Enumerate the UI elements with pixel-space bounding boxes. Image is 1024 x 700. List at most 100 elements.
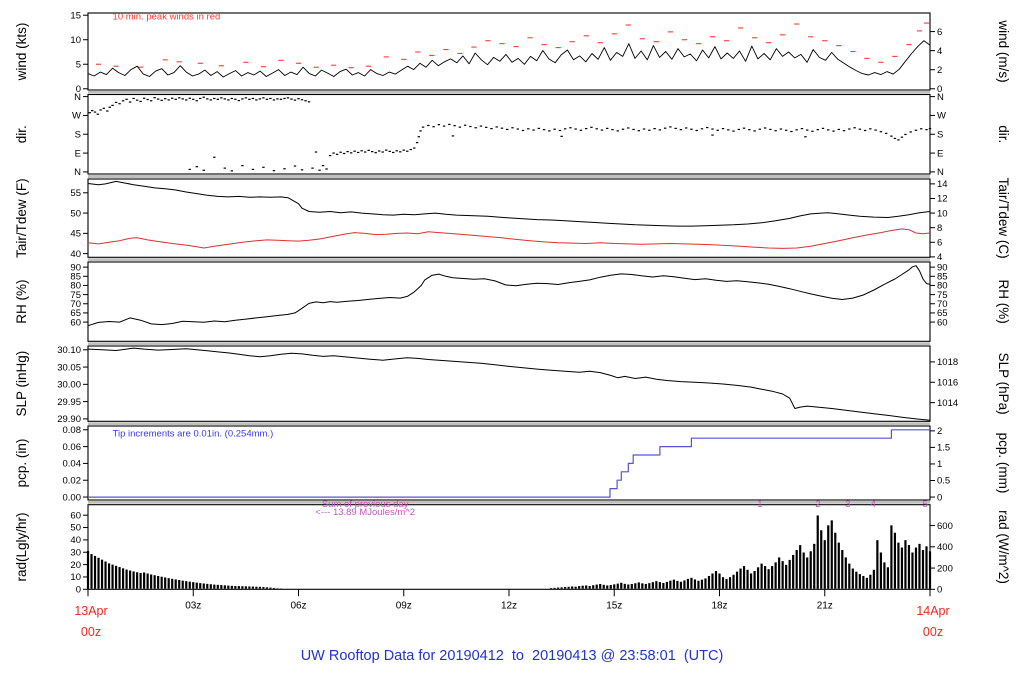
- wind-direction-dot: [616, 130, 619, 132]
- solar-radiation-bar: [700, 579, 704, 589]
- solar-radiation-bar: [693, 579, 697, 589]
- wind-direction-dot: [223, 167, 227, 169]
- solar-radiation-bar: [153, 575, 156, 589]
- wind-direction-dot: [484, 126, 488, 128]
- x-tick-label: 03z: [185, 600, 201, 611]
- wind-direction-dot: [716, 129, 719, 131]
- wind-direction-dot: [784, 129, 788, 131]
- solar-radiation-bar: [121, 568, 125, 589]
- wind-direction-dot: [527, 128, 530, 130]
- wind-direction-dot: [363, 151, 367, 153]
- wind-direction-dot: [321, 165, 325, 167]
- wind-direction-dot: [171, 97, 174, 99]
- pcp-right-tick-label: 1: [937, 459, 942, 470]
- slp-line: [87, 347, 931, 421]
- dir-right-tick-label: N: [937, 167, 944, 178]
- wind-direction-dot: [209, 99, 212, 101]
- solar-radiation-bar: [634, 583, 637, 589]
- wind-left-tick-label: 5: [76, 59, 81, 70]
- solar-radiation-bar: [146, 573, 149, 589]
- rad-left-tick-label: 20: [70, 560, 81, 571]
- wind-direction-dot: [816, 129, 819, 131]
- wind-direction-dot: [241, 165, 244, 167]
- rad-right-tick-label: 200: [937, 563, 953, 574]
- tair-right-tick-label: 6: [937, 237, 942, 248]
- wind-direction-dot: [451, 135, 455, 137]
- wind-direction-dot: [584, 128, 588, 130]
- wind-direction-dot: [293, 165, 297, 167]
- solar-radiation-bar: [844, 557, 847, 589]
- wind-direction-dot: [437, 124, 441, 126]
- solar-radiation-bar: [907, 545, 911, 589]
- wind-direction-dot: [804, 136, 807, 138]
- solar-radiation-bar: [697, 580, 700, 589]
- slp-right-axis-label: SLP (hPa): [996, 353, 1011, 415]
- dir-right-tick-label: E: [937, 148, 943, 159]
- wind-direction-dot: [195, 100, 198, 102]
- solar-radiation-bar: [114, 565, 118, 589]
- solar-radiation-bar: [557, 587, 560, 589]
- wind-direction-dot: [230, 97, 234, 100]
- wind-direction-dot: [758, 128, 762, 130]
- wind-direction-dot: [711, 128, 714, 130]
- solar-radiation-bar: [749, 573, 753, 589]
- wind-direction-dot: [156, 98, 160, 100]
- solar-radiation-bar: [202, 583, 205, 589]
- solar-radiation-bar: [213, 584, 216, 589]
- wind-direction-dot: [381, 151, 384, 153]
- tair-left-axis-label: Tair/Tdew (F): [14, 178, 29, 258]
- wind-direction-dot: [684, 127, 688, 129]
- panel-separator: [88, 175, 930, 178]
- solar-radiation-bar: [735, 571, 739, 589]
- end-hour-label: 00z: [923, 625, 943, 639]
- rad-left-tick-label: 10: [70, 572, 81, 583]
- solar-radiation-bar: [195, 582, 198, 589]
- solar-radiation-bar: [872, 569, 875, 589]
- solar-radiation-bar: [679, 581, 683, 589]
- wind-direction-dot: [111, 104, 114, 106]
- panel-separator: [88, 501, 930, 504]
- wind-direction-dot: [453, 125, 456, 127]
- wind-direction-dot: [360, 150, 363, 152]
- wind-right-tick-label: 6: [937, 27, 942, 38]
- dir-right-tick-label: S: [937, 129, 943, 140]
- wind-direction-dot: [220, 97, 223, 99]
- rh-right-tick-label: 90: [937, 262, 948, 273]
- solar-radiation-bar: [876, 540, 879, 589]
- solar-radiation-bar: [918, 543, 921, 589]
- pcp-left-axis-label: pcp. (in): [14, 439, 29, 488]
- solar-radiation-bar: [827, 525, 830, 589]
- wind-direction-dot: [742, 127, 746, 129]
- panel-separator: [88, 258, 930, 261]
- wind-direction-dot: [695, 129, 698, 132]
- wind-right-tick-label: 2: [937, 65, 942, 76]
- wind-direction-dot: [237, 99, 241, 102]
- solar-radiation-bar: [704, 578, 707, 589]
- slp-right-tick-label: 1018: [937, 357, 958, 368]
- wind-direction-dot: [858, 128, 862, 130]
- solar-radiation-bar: [809, 551, 812, 589]
- panel-rh: 6065707580859060657075808590RH (%) RH (%): [14, 261, 1011, 342]
- wind-direction-dot: [748, 129, 751, 131]
- wind-direction-dot: [558, 129, 562, 132]
- solar-radiation-bar: [185, 581, 188, 589]
- wind-direction-dot: [832, 130, 835, 132]
- pcp-left-tick-label: 0.06: [63, 442, 82, 453]
- tair-right-tick-label: 10: [937, 208, 948, 219]
- slp-left-tick-label: 29.95: [57, 397, 81, 408]
- wind-direction-dot: [108, 106, 111, 108]
- wind-direction-dot: [548, 130, 551, 132]
- solar-radiation-bar: [90, 554, 93, 589]
- wind-direction-dot: [265, 98, 269, 100]
- start-date-label: 13Apr: [74, 604, 107, 618]
- wind-direction-dot: [132, 97, 135, 100]
- solar-radiation-bar: [767, 569, 770, 589]
- solar-radiation-bar: [269, 587, 272, 589]
- wind-direction-dot: [139, 100, 142, 103]
- wind-direction-dot: [893, 137, 897, 140]
- uw-rooftop-weather-chart: 0 5 10 15 0 2 4 6 wind (kts) wind (m/s) 10 min. pe…: [0, 0, 1024, 700]
- wind-direction-dot: [590, 126, 593, 128]
- solar-radiation-bar: [841, 550, 844, 589]
- rh-left-axis-label: RH (%): [14, 280, 29, 324]
- tair-right-tick-label: 8: [937, 223, 942, 234]
